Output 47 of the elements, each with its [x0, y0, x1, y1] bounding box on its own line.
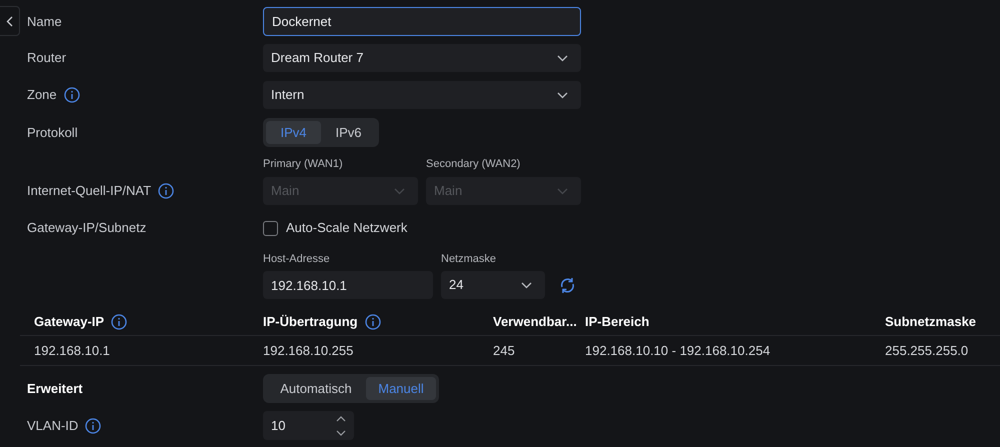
column-header: IP-Übertragung	[263, 312, 358, 331]
checkbox[interactable]	[263, 220, 278, 236]
table-cell-text: 255.255.255.0	[884, 342, 970, 360]
table-cell-text: 192.168.10.10 - 192.168.10.254	[584, 342, 772, 360]
field-label: Primary (WAN1)	[263, 156, 344, 172]
chevron-down-icon	[521, 282, 532, 288]
field-label: Protokoll	[27, 124, 78, 142]
refresh-icon[interactable]	[559, 276, 576, 294]
dropdown[interactable]: Dream Router 7	[263, 44, 581, 72]
dropdown: Main	[426, 177, 581, 205]
dropdown: Main	[263, 177, 418, 205]
segment-tab[interactable]: Automatisch	[266, 377, 366, 400]
info-icon[interactable]	[111, 314, 128, 330]
field-label: Gateway-IP/Subnetz	[27, 219, 146, 238]
dropdown[interactable]: 24	[441, 271, 545, 299]
field-label: Host-Adresse	[263, 252, 331, 267]
field-label: Zone	[27, 86, 57, 104]
host-address-input[interactable]: 192.168.10.1	[263, 271, 433, 299]
checkbox-label: Auto-Scale Netzwerk	[286, 219, 408, 238]
field-label: Router	[27, 49, 66, 68]
chevron-down-icon	[557, 188, 568, 194]
info-icon[interactable]	[364, 314, 381, 330]
field-label: VLAN-ID	[27, 416, 78, 435]
dropdown[interactable]: Intern	[263, 81, 581, 109]
field-label: Netzmaske	[441, 252, 496, 267]
number-input[interactable]: 10	[263, 411, 354, 440]
chevron-down-icon	[557, 92, 568, 98]
field-label: Erweitert	[27, 380, 83, 398]
info-icon[interactable]	[64, 87, 80, 103]
field-label: Name	[27, 12, 62, 31]
field-label: Internet-Quell-IP/NAT	[27, 182, 152, 200]
column-header: IP-Bereich	[585, 312, 650, 331]
column-header: Gateway-IP	[34, 312, 104, 331]
table-cell-text: 192.168.10.255	[262, 342, 354, 360]
chevron-left-icon	[6, 16, 13, 26]
chevron-down-icon	[557, 54, 568, 62]
column-header: Verwendbar...	[493, 312, 577, 331]
field-label: Secondary (WAN2)	[426, 156, 522, 172]
table-cell-text: 192.168.10.1	[33, 342, 111, 360]
stepper-icon[interactable]	[336, 414, 346, 436]
column-header: Subnetzmaske	[885, 312, 976, 331]
info-icon[interactable]	[158, 183, 174, 199]
info-icon[interactable]	[85, 418, 102, 434]
table-cell-text: 245	[492, 342, 516, 360]
segment-tab[interactable]: IPv6	[321, 121, 376, 144]
name-input[interactable]: Dockernet	[263, 7, 581, 36]
chevron-down-icon	[394, 188, 405, 194]
